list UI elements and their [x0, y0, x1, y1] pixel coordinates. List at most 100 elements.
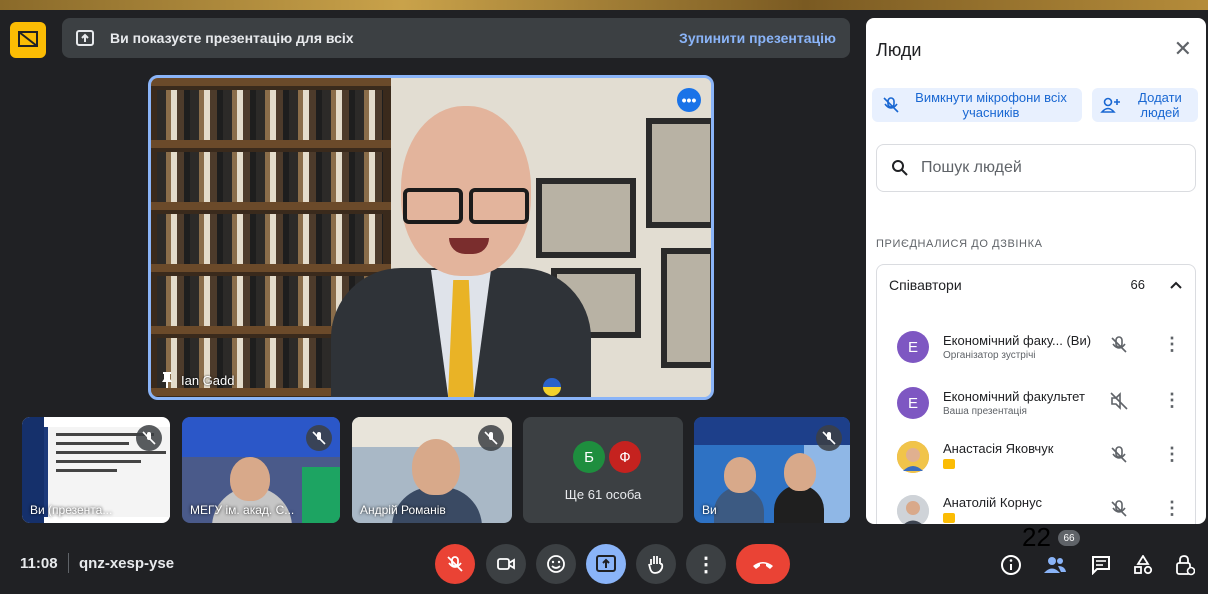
list-item[interactable]: Анатолій Корнус ⋮: [877, 484, 1195, 524]
picture-frame: [661, 248, 711, 368]
speaker-name-tag: Ian Gadd: [161, 371, 235, 389]
overlay-number: 22: [1022, 522, 1051, 552]
mic-off-icon[interactable]: [1109, 445, 1129, 465]
top-decor-strip: [0, 0, 1208, 10]
participant-label: Ви: [702, 503, 717, 517]
more-vert-icon[interactable]: ⋮: [1163, 498, 1181, 519]
presenting-badge-icon: [943, 458, 955, 469]
mic-off-icon: [816, 425, 842, 451]
participant-name: Анастасія Яковчук: [943, 440, 1054, 456]
presenting-badge-icon: [943, 512, 955, 523]
add-person-icon: [1100, 97, 1120, 113]
avatar: Е: [897, 331, 929, 363]
present-screen-icon: [596, 555, 616, 572]
mic-off-icon: [447, 556, 463, 572]
presentation-banner: Ви показуєте презентацію для всіх Зупини…: [62, 18, 850, 58]
speaker-video: [331, 98, 591, 397]
contributors-group-header[interactable]: Співавтори 66: [876, 264, 1196, 304]
group-count: 66: [1130, 277, 1145, 292]
presentation-indicator-button[interactable]: [10, 22, 46, 58]
meeting-info-button[interactable]: [998, 552, 1024, 578]
mute-all-label: Вимкнути мікрофони всіх учасників: [915, 90, 1067, 120]
list-item[interactable]: Е Економічний факультет Ваша презентація…: [877, 376, 1195, 430]
participant-tile[interactable]: Ви (презента...: [22, 417, 170, 523]
presentation-banner-text: Ви показуєте презентацію для всіх: [110, 30, 354, 46]
people-count-badge: 66: [1058, 530, 1080, 546]
more-participants-tile[interactable]: Б Ф Ще 61 особа: [523, 417, 683, 523]
more-vert-icon[interactable]: ⋮: [1163, 444, 1181, 465]
search-input[interactable]: Пошук людей: [876, 144, 1196, 192]
main-speaker-tile[interactable]: ••• Ian Gadd: [148, 75, 714, 400]
stop-presentation-button[interactable]: Зупинити презентацію: [679, 30, 836, 46]
divider: [68, 553, 69, 573]
participant-role: Організатор зустрічі: [943, 350, 1036, 361]
participant-tile[interactable]: Андрій Романів: [352, 417, 512, 523]
presentation-icon: [18, 31, 38, 47]
panel-title: Люди: [876, 40, 922, 60]
chat-button[interactable]: [1088, 552, 1114, 578]
avatar: [897, 495, 929, 524]
list-item[interactable]: Анастасія Яковчук ⋮: [877, 430, 1195, 484]
section-heading: ПРИЄДНАЛИСЯ ДО ДЗВІНКА: [876, 238, 1043, 250]
info-icon: [1001, 555, 1021, 575]
reactions-button[interactable]: [536, 544, 576, 584]
avatar: Е: [897, 387, 929, 419]
participant-name: Економічний факультет: [943, 389, 1085, 404]
more-options-icon[interactable]: •••: [677, 88, 701, 112]
speaker-name: Ian Gadd: [181, 372, 235, 388]
lock-icon: [1176, 555, 1195, 576]
pin-icon[interactable]: [161, 371, 173, 389]
participant-name: Анатолій Корнус: [943, 494, 1042, 510]
audio-off-icon[interactable]: [1109, 391, 1129, 411]
participant-label: Ви (презента...: [30, 503, 113, 517]
more-vert-icon: ⋮: [696, 553, 716, 576]
camera-icon: [497, 558, 515, 570]
participant-list: Е Економічний факу... (Ви) Організатор з…: [876, 304, 1196, 524]
meeting-code: qnz-xesp-yse: [79, 555, 175, 572]
leave-call-button[interactable]: [736, 544, 790, 584]
mic-toggle-button[interactable]: [435, 544, 475, 584]
raise-hand-button[interactable]: [636, 544, 676, 584]
host-controls-button[interactable]: [1172, 552, 1198, 578]
more-vert-icon[interactable]: ⋮: [1163, 390, 1181, 411]
participant-label: МЕГУ ім. акад. С...: [190, 503, 295, 517]
camera-toggle-button[interactable]: [486, 544, 526, 584]
more-options-button[interactable]: ⋮: [686, 544, 726, 584]
search-placeholder: Пошук людей: [921, 159, 1022, 176]
mic-off-icon: [478, 425, 504, 451]
more-participants-label: Ще 61 особа: [564, 487, 642, 502]
more-vert-icon[interactable]: ⋮: [1163, 334, 1181, 355]
mic-off-icon: [883, 97, 899, 113]
list-item[interactable]: Е Економічний факу... (Ви) Організатор з…: [877, 320, 1195, 374]
people-panel: Люди ✕ Вимкнути мікрофони всіх учасників…: [866, 18, 1206, 524]
present-now-button[interactable]: [586, 544, 626, 584]
people-icon: [1044, 557, 1066, 573]
phone-hangup-icon: [753, 562, 773, 569]
mic-off-icon: [136, 425, 162, 451]
avatar: [897, 441, 929, 473]
people-button[interactable]: [1042, 552, 1068, 578]
chevron-up-icon[interactable]: [1169, 280, 1183, 290]
group-name: Співавтори: [889, 276, 962, 293]
meeting-time: 11:08: [20, 555, 58, 572]
picture-frame: [646, 118, 711, 228]
mic-off-icon: [306, 425, 332, 451]
present-screen-icon: [76, 30, 94, 46]
bottom-decor-strip: [0, 594, 1208, 600]
participant-role: Ваша презентація: [943, 406, 1027, 417]
emoji-icon: [547, 555, 565, 573]
mic-off-icon[interactable]: [1109, 499, 1129, 519]
close-icon[interactable]: ✕: [1174, 36, 1192, 62]
shapes-icon: [1134, 555, 1153, 575]
activities-button[interactable]: [1130, 552, 1156, 578]
participant-tile[interactable]: МЕГУ ім. акад. С...: [182, 417, 340, 523]
mic-off-icon[interactable]: [1109, 335, 1129, 355]
add-people-label: Додати людей: [1138, 90, 1182, 120]
participant-tile[interactable]: Ви: [694, 417, 850, 523]
search-icon: [892, 160, 908, 176]
mute-all-button[interactable]: Вимкнути мікрофони всіх учасників: [872, 88, 1082, 122]
avatar: Ф: [609, 441, 641, 473]
chat-icon: [1092, 556, 1110, 575]
hand-icon: [648, 556, 664, 574]
add-people-button[interactable]: Додати людей: [1092, 88, 1198, 122]
